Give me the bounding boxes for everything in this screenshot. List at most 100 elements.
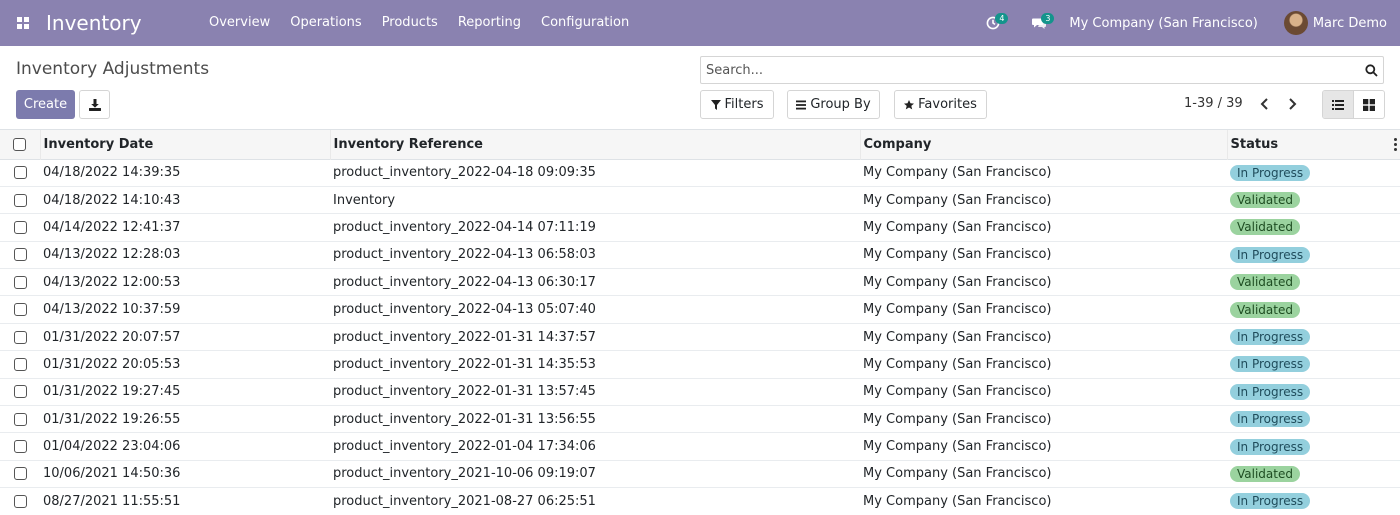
view-switcher	[1322, 90, 1385, 119]
filter-icon	[710, 99, 721, 110]
row-checkbox[interactable]	[13, 357, 27, 371]
column-status-label: Status	[1230, 136, 1279, 152]
pager-previous-button[interactable]	[1253, 92, 1277, 116]
menu-overview[interactable]: Overview	[199, 0, 280, 46]
cell-company: My Company (San Francisco)	[863, 192, 1052, 208]
cell-inventory-date: 04/13/2022 12:28:03	[43, 247, 181, 263]
table-row[interactable]: 04/13/2022 10:37:59 product_inventory_202…	[0, 296, 1400, 324]
row-checkbox[interactable]	[13, 412, 27, 426]
row-checkbox[interactable]	[13, 193, 27, 207]
list-view: Inventory Date Inventory Reference Compa…	[0, 129, 1400, 515]
list-view-button[interactable]	[1323, 91, 1353, 118]
list-view-icon	[1332, 99, 1344, 110]
pager-next-button[interactable]	[1280, 92, 1304, 116]
status-badge: In Progress	[1230, 493, 1311, 510]
chevron-right-icon	[1289, 98, 1297, 110]
table-row[interactable]: 04/13/2022 12:28:03 product_inventory_202…	[0, 241, 1400, 269]
download-icon	[88, 98, 101, 111]
company-switcher[interactable]: My Company (San Francisco)	[1053, 16, 1269, 31]
table-row[interactable]: 01/31/2022 20:05:53 product_inventory_202…	[0, 351, 1400, 379]
cell-inventory-date: 01/31/2022 19:27:45	[43, 384, 181, 400]
cell-company: My Company (San Francisco)	[863, 411, 1052, 427]
cell-status: Validated	[1227, 296, 1400, 323]
table-row[interactable]: 01/31/2022 19:26:55 product_inventory_202…	[0, 406, 1400, 433]
message-count-badge: 3	[1041, 13, 1055, 24]
app-name[interactable]: Inventory	[46, 11, 199, 35]
status-badge: In Progress	[1230, 383, 1311, 400]
download-button[interactable]	[79, 90, 110, 119]
cell-company: My Company (San Francisco)	[863, 493, 1052, 509]
table-row[interactable]: 08/27/2021 11:55:51 product_inventory_202…	[0, 488, 1400, 515]
row-checkbox[interactable]	[13, 385, 27, 399]
menu-reporting[interactable]: Reporting	[448, 0, 531, 46]
favorites-button[interactable]: Favorites	[894, 90, 987, 119]
cell-company: My Company (San Francisco)	[863, 274, 1052, 290]
row-checkbox[interactable]	[13, 220, 27, 234]
search-button[interactable]	[1359, 57, 1383, 83]
cell-company: My Company (San Francisco)	[863, 165, 1052, 181]
table-row[interactable]: 01/04/2022 23:04:06 product_inventory_202…	[0, 433, 1400, 461]
cell-company: My Company (San Francisco)	[863, 466, 1052, 482]
status-badge: In Progress	[1230, 246, 1311, 263]
row-checkbox[interactable]	[13, 467, 27, 481]
row-select-cell	[0, 488, 40, 515]
row-checkbox[interactable]	[13, 330, 27, 344]
cell-status: In Progress	[1227, 323, 1400, 350]
table-row[interactable]: 01/31/2022 20:07:57 product_inventory_202…	[0, 323, 1400, 351]
status-badge: In Progress	[1230, 356, 1311, 373]
activity-button[interactable]: 4	[979, 0, 1009, 46]
row-checkbox[interactable]	[13, 275, 27, 289]
apps-grid-icon[interactable]	[0, 0, 46, 46]
group-by-button[interactable]: Group By	[787, 90, 880, 119]
table-row[interactable]: 04/13/2022 12:00:53 product_inventory_202…	[0, 269, 1400, 296]
column-inventory-date[interactable]: Inventory Date	[40, 130, 331, 159]
table-row[interactable]: 04/18/2022 14:39:35 product_inventory_202…	[0, 159, 1400, 187]
row-select-cell	[0, 159, 40, 186]
column-status[interactable]: Status	[1227, 130, 1400, 159]
cell-inventory-reference: product_inventory_2022-01-31 14:37:57	[333, 329, 596, 345]
row-select-cell	[0, 378, 40, 405]
menu-operations[interactable]: Operations	[280, 0, 371, 46]
select-all-checkbox[interactable]	[13, 137, 27, 151]
cell-status: In Progress	[1227, 433, 1400, 460]
row-checkbox[interactable]	[13, 166, 27, 180]
cell-status: Validated	[1227, 214, 1400, 241]
create-button[interactable]: Create	[16, 90, 75, 119]
table-row[interactable]: 04/18/2022 14:10:43 Inventory My Company (…	[0, 186, 1400, 214]
cell-status: In Progress	[1227, 378, 1400, 405]
menu-products[interactable]: Products	[372, 0, 448, 46]
group-by-label: Group By	[810, 97, 871, 112]
row-checkbox[interactable]	[13, 248, 27, 262]
status-badge: In Progress	[1230, 164, 1311, 181]
column-inventory-reference[interactable]: Inventory Reference	[330, 130, 861, 159]
table-row[interactable]: 04/14/2022 12:41:37 product_inventory_202…	[0, 214, 1400, 242]
status-badge: Validated	[1230, 465, 1300, 482]
cell-company: My Company (San Francisco)	[863, 219, 1052, 235]
cell-inventory-reference: product_inventory_2022-04-13 06:58:03	[333, 247, 596, 263]
pager-value[interactable]: 1-39 / 39	[1184, 96, 1243, 111]
table-row[interactable]: 10/06/2021 14:50:36 product_inventory_202…	[0, 460, 1400, 488]
search-bar	[700, 56, 1384, 84]
inventory-table: Inventory Date Inventory Reference Compa…	[0, 130, 1400, 515]
vertical-dots-icon[interactable]	[1393, 138, 1397, 151]
cell-inventory-date: 04/13/2022 10:37:59	[43, 302, 181, 318]
row-select-cell	[0, 460, 40, 487]
cell-inventory-reference: product_inventory_2022-01-31 13:57:45	[333, 384, 596, 400]
column-company[interactable]: Company	[860, 130, 1228, 159]
row-checkbox[interactable]	[13, 440, 27, 454]
table-row[interactable]: 01/31/2022 19:27:45 product_inventory_202…	[0, 378, 1400, 406]
menu-configuration[interactable]: Configuration	[531, 0, 639, 46]
status-badge: Validated	[1230, 219, 1300, 236]
cell-inventory-reference: product_inventory_2022-01-31 14:35:53	[333, 356, 596, 372]
kanban-view-button[interactable]	[1353, 91, 1384, 118]
cell-company: My Company (San Francisco)	[863, 329, 1052, 345]
user-menu[interactable]: Marc Demo	[1270, 11, 1400, 35]
messages-button[interactable]: 3	[1025, 0, 1055, 46]
row-checkbox[interactable]	[13, 494, 27, 508]
row-checkbox[interactable]	[13, 303, 27, 317]
filters-button[interactable]: Filters	[700, 90, 774, 119]
cell-inventory-reference: Inventory	[333, 192, 396, 208]
main-menu: Overview Operations Products Reporting C…	[199, 0, 639, 46]
search-input[interactable]	[701, 57, 1359, 83]
cell-company: My Company (San Francisco)	[863, 439, 1052, 455]
